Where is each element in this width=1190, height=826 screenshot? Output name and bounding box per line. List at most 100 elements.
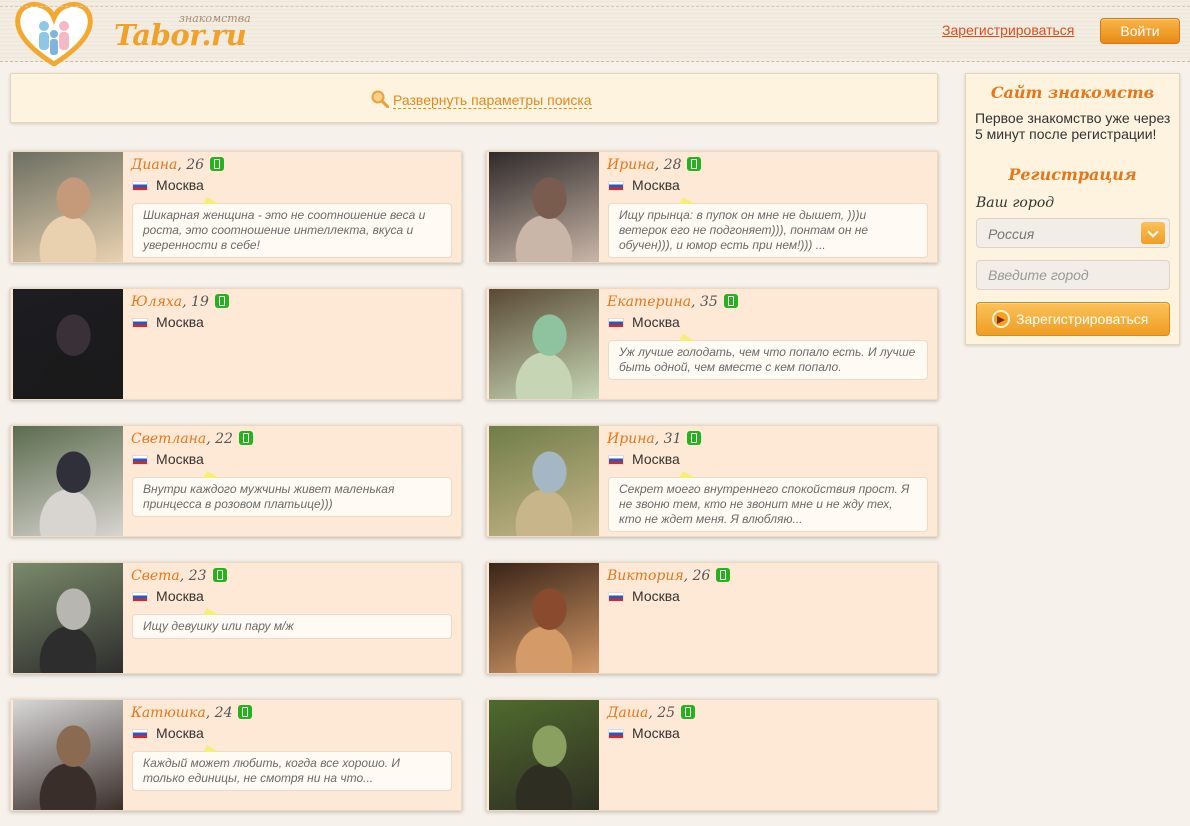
expand-search-label: Развернуть параметры поиска [393,92,592,109]
arrow-right-icon [992,310,1010,328]
russia-flag-icon [608,181,624,191]
profile-name-line: Ирина, 28 [607,157,702,173]
profile-city-line: Москва [608,177,680,193]
profile-name[interactable]: Ирина [607,157,655,173]
mobile-online-icon [687,431,702,445]
expand-search-link[interactable]: Развернуть параметры поиска [371,90,592,109]
profile-name-line: Юляха, 19 [131,294,229,310]
profile-city-line: Москва [608,588,680,604]
profile-quote: Ищу прынца: в пупок он мне не дышет, )))… [608,197,928,258]
profile-photo[interactable] [489,563,599,673]
country-select[interactable]: Россия [976,218,1170,248]
profile-city: Москва [156,314,204,330]
profile-name-line: Даша, 25 [607,705,696,721]
profile-name-line: Диана, 26 [131,157,225,173]
profile-photo[interactable] [13,700,123,810]
mobile-online-icon [238,431,253,445]
country-select-value: Россия [988,226,1035,242]
profile-card[interactable]: Юляха, 19 Москва [10,288,462,400]
sidebar-text: Первое знакомство уже через 5 минут посл… [975,110,1171,142]
mobile-online-icon [212,568,227,582]
profile-card[interactable]: Диана, 26 Москва Шикарная женщина - это не… [10,151,462,263]
profile-photo[interactable] [489,700,599,810]
profile-quote: Секрет моего внутреннего спокойствия про… [608,471,928,532]
russia-flag-icon [132,455,148,465]
profile-name[interactable]: Катюшка [131,705,206,721]
profile-name-line: Ирина, 31 [607,431,702,447]
sidebar-register-button[interactable]: Зарегистрироваться [976,302,1170,336]
russia-flag-icon [132,318,148,328]
profile-city-line: Москва [132,177,204,193]
profile-age: , 22 [206,431,233,447]
profile-name[interactable]: Света [131,568,180,584]
chevron-down-icon [1141,222,1165,244]
profile-age: , 23 [179,568,207,584]
mobile-online-icon [214,294,229,308]
profile-age: , 25 [648,705,676,721]
profile-card[interactable]: Даша, 25 Москва [486,699,938,811]
search-icon [371,90,389,108]
profile-quote: Шикарная женщина - это не соотношение ве… [132,197,452,258]
profile-name[interactable]: Даша [607,705,648,721]
mobile-online-icon [723,294,738,308]
russia-flag-icon [608,318,624,328]
profile-name[interactable]: Виктория [607,568,684,584]
russia-flag-icon [608,592,624,602]
profile-card[interactable]: Ирина, 28 Москва Ищу прынца: в пупок он мн… [486,151,938,263]
profile-city: Москва [632,314,680,330]
profile-card[interactable]: Света, 23 Москва Ищу девушку или пару м/ж [10,562,462,674]
registration-title: Регистрация [1008,165,1137,184]
profile-city-line: Москва [608,725,680,741]
profile-photo[interactable] [13,289,123,399]
mobile-online-icon [681,705,696,719]
profile-quote: Уж лучше голодать, чем что попало есть. … [608,334,928,380]
profile-name-line: Екатерина, 35 [607,294,738,310]
profile-age: , 26 [177,157,205,173]
profile-name[interactable]: Светлана [131,431,206,447]
profile-name-line: Света, 23 [131,568,227,584]
profile-age: , 28 [654,157,682,173]
profile-city-line: Москва [608,314,680,330]
profile-card[interactable]: Катюшка, 24 Москва Каждый может любить, ко… [10,699,462,811]
profile-name[interactable]: Юляха [131,294,182,310]
russia-flag-icon [132,592,148,602]
profile-city: Москва [632,588,680,604]
profile-photo[interactable] [13,563,123,673]
profile-city: Москва [156,588,204,604]
profile-city-line: Москва [132,451,204,467]
profile-city: Москва [632,451,680,467]
russia-flag-icon [608,729,624,739]
profile-name-line: Виктория, 26 [607,568,731,584]
profile-card[interactable]: Виктория, 26 Москва [486,562,938,674]
profile-quote: Каждый может любить, когда все хорошо. И… [132,745,452,791]
profile-name[interactable]: Екатерина [607,294,691,310]
site-logo[interactable]: знакомства Tabor.ru [14,0,251,67]
russia-flag-icon [132,729,148,739]
search-panel: Развернуть параметры поиска [10,73,938,123]
profile-name-line: Светлана, 22 [131,431,253,447]
sidebar-title: Сайт знакомств [990,83,1155,102]
city-input[interactable] [976,260,1170,290]
profile-card[interactable]: Екатерина, 35 Москва Уж лучше голодать, че… [486,288,938,400]
profile-photo[interactable] [489,426,599,536]
profile-quote: Ищу девушку или пару м/ж [132,608,452,639]
sidebar-register-label: Зарегистрироваться [1016,311,1149,327]
profile-name[interactable]: Диана [131,157,177,173]
profile-age: , 24 [205,705,233,721]
russia-flag-icon [608,455,624,465]
login-button[interactable]: Войти [1100,18,1180,44]
profile-photo[interactable] [13,426,123,536]
profile-name-line: Катюшка, 24 [131,705,253,721]
profile-name[interactable]: Ирина [607,431,655,447]
profile-card[interactable]: Ирина, 31 Москва Секрет моего внутреннего … [486,425,938,537]
profile-quote: Внутри каждого мужчины живет маленькая п… [132,471,452,517]
register-link[interactable]: Зарегистрироваться [942,22,1074,38]
profile-card[interactable]: Светлана, 22 Москва Внутри каждого мужчины… [10,425,462,537]
profile-photo[interactable] [489,152,599,262]
profile-photo[interactable] [13,152,123,262]
profile-city: Москва [632,725,680,741]
profile-city-line: Москва [132,314,204,330]
profile-photo[interactable] [489,289,599,399]
profile-age: , 35 [691,294,718,310]
sidebar-panel: Сайт знакомств Первое знакомство уже чер… [965,73,1180,345]
